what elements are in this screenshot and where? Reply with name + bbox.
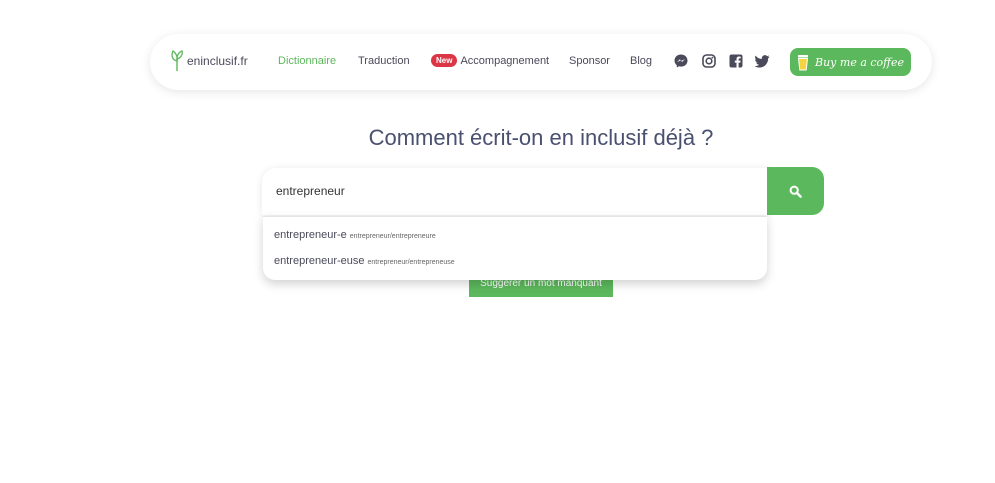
nav-sponsor[interactable]: Sponsor (569, 55, 610, 67)
buy-me-a-coffee-button[interactable]: Buy me a coffee (790, 48, 911, 76)
suggestions-dropdown: entrepreneur-e entrepreneur/entrepreneure… (263, 216, 767, 280)
facebook-icon[interactable] (728, 53, 744, 69)
suggestion-forms: entrepreneur/entrepreneure (349, 233, 436, 240)
navbar: eninclusif.fr Dictionnaire Traduction Ne… (150, 34, 932, 90)
messenger-icon[interactable] (673, 53, 689, 69)
search-box (262, 168, 769, 215)
nav-dictionnaire[interactable]: Dictionnaire (278, 55, 336, 67)
suggestion-forms: entrepreneur/entrepreneuse (367, 259, 455, 266)
suggestion-word: entrepreneur-euse (274, 255, 365, 267)
suggestion-item[interactable]: entrepreneur-e entrepreneur/entrepreneure (274, 229, 436, 241)
suggestion-word: entrepreneur-e (274, 229, 347, 241)
twitter-icon[interactable] (754, 53, 770, 69)
logo-text: eninclusif.fr (187, 54, 248, 68)
nav-accompagnement-label: Accompagnement (460, 55, 550, 67)
new-badge: New (431, 54, 458, 67)
logo[interactable]: eninclusif.fr (170, 50, 248, 72)
instagram-icon[interactable] (701, 53, 717, 69)
nav-accompagnement[interactable]: New Accompagnement (431, 54, 549, 67)
coffee-cup-icon (797, 54, 809, 70)
search-icon (789, 185, 802, 198)
search-input[interactable] (276, 182, 756, 200)
buy-me-a-coffee-label: Buy me a coffee (815, 55, 904, 69)
suggestion-item[interactable]: entrepreneur-euse entrepreneur/entreprene… (274, 255, 455, 267)
page-title: Comment écrit-on en inclusif déjà ? (368, 125, 714, 150)
nav-traduction[interactable]: Traduction (358, 55, 410, 67)
nav-blog[interactable]: Blog (630, 55, 652, 67)
leaf-icon (171, 50, 183, 71)
search-button[interactable] (767, 167, 824, 215)
